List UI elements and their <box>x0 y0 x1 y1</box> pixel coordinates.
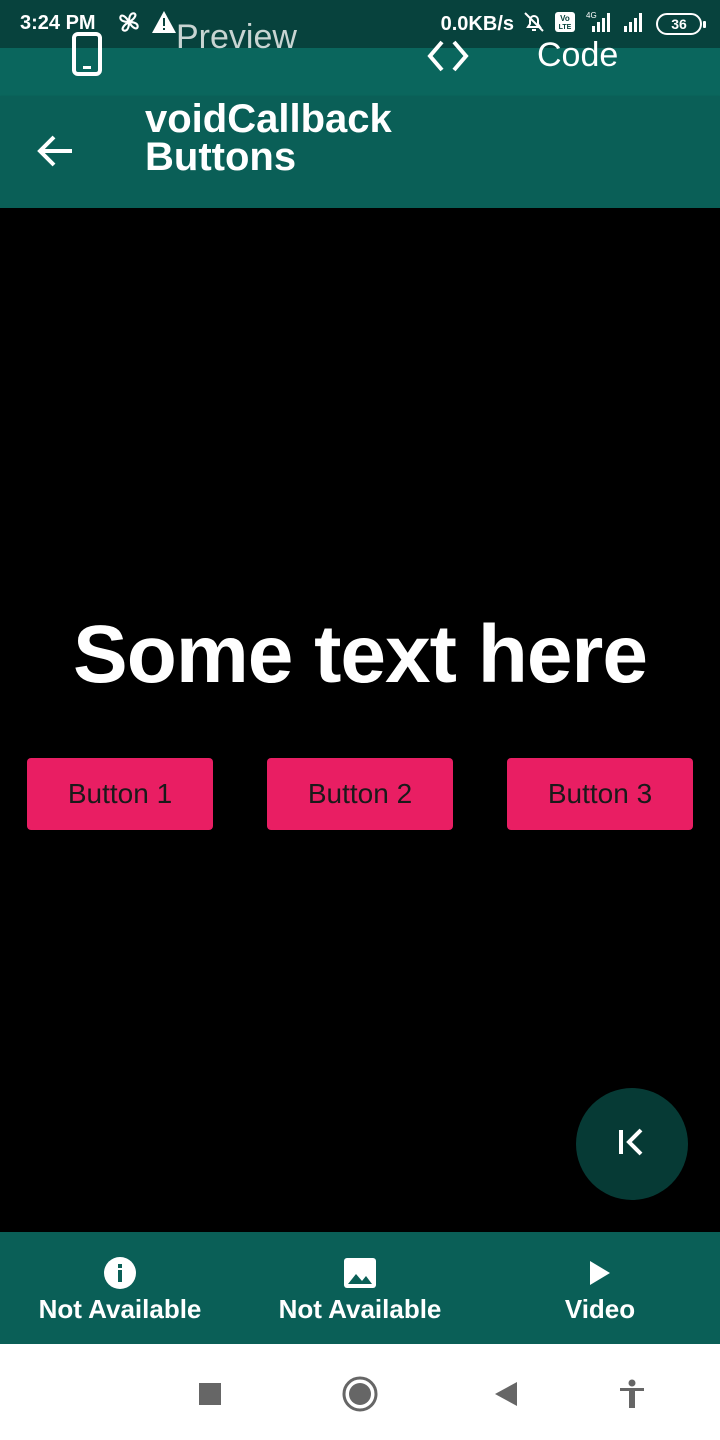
back-triangle-icon[interactable] <box>486 1374 526 1414</box>
volte-icon: Vo LTE <box>554 11 576 38</box>
system-navigation-bar <box>0 1344 720 1440</box>
first-page-icon <box>617 1128 647 1161</box>
home-icon[interactable] <box>340 1374 380 1414</box>
network-speed: 0.0KB/s <box>440 12 514 35</box>
bottom-nav-item-image[interactable]: Not Available <box>240 1232 480 1344</box>
bottom-nav-label: Not Available <box>278 1294 442 1324</box>
preview-content: Some text here Button 1 Button 2 Button … <box>0 208 720 1232</box>
bottom-navigation: Not Available Not Available Video <box>0 1232 720 1344</box>
warning-icon <box>152 10 176 38</box>
headline-text: Some text here <box>73 609 648 700</box>
info-icon <box>103 1256 137 1290</box>
svg-text:LTE: LTE <box>559 24 572 31</box>
page-title: voidCallback Buttons <box>145 97 392 179</box>
signal-4g-icon: 4G <box>584 10 614 39</box>
accessibility-icon[interactable] <box>612 1374 652 1414</box>
status-icons-left <box>116 10 176 38</box>
bottom-nav-item-video[interactable]: Video <box>480 1232 720 1344</box>
arrow-left-icon <box>36 133 76 174</box>
svg-text:4G: 4G <box>586 11 597 20</box>
image-icon <box>344 1256 376 1290</box>
svg-text:Vo: Vo <box>560 14 570 23</box>
back-button[interactable] <box>26 124 86 182</box>
bottom-nav-label: Not Available <box>38 1294 202 1324</box>
code-icon[interactable] <box>424 38 472 79</box>
preview-tab-label[interactable]: Preview <box>176 14 297 60</box>
button-1[interactable]: Button 1 <box>27 758 213 830</box>
phone-icon[interactable] <box>70 32 106 81</box>
battery-icon: 36 <box>656 13 706 35</box>
recents-icon[interactable] <box>190 1374 230 1414</box>
button-2[interactable]: Button 2 <box>267 758 453 830</box>
mute-bell-icon <box>522 10 546 39</box>
code-tab-label[interactable]: Code <box>537 36 618 75</box>
fab-button[interactable] <box>576 1088 688 1200</box>
fan-icon <box>116 9 142 40</box>
signal-icon <box>622 10 648 39</box>
bottom-nav-label: Video <box>564 1294 636 1324</box>
status-icons-right: 0.0KB/s Vo LTE 4G 36 <box>440 10 706 39</box>
button-3[interactable]: Button 3 <box>507 758 693 830</box>
bottom-nav-item-info[interactable]: Not Available <box>0 1232 240 1344</box>
play-icon <box>588 1256 612 1290</box>
